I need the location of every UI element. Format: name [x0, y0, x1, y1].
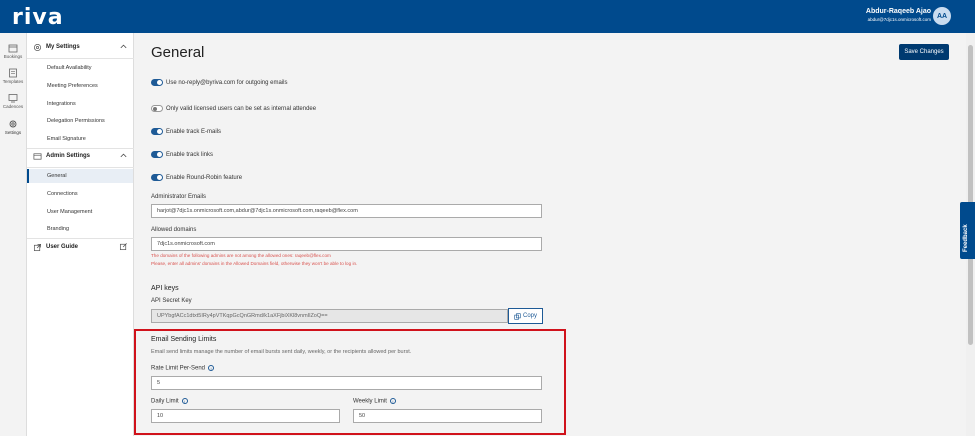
top-bar: riva Abdur-Raqeeb Ajao abdur@7djc1s.onmi…	[0, 0, 975, 33]
daily-limit-field[interactable]: 10	[151, 409, 340, 423]
avatar[interactable]: AA	[933, 7, 951, 25]
my-settings-label: My Settings	[46, 44, 80, 50]
toggle-label: Enable track links	[166, 151, 214, 158]
info-icon[interactable]: i	[389, 398, 396, 404]
rail-item-templates[interactable]: Templates	[0, 68, 26, 84]
email-limits-description: Email send limits manage the number of e…	[151, 349, 412, 355]
cadence-icon	[8, 94, 18, 103]
user-guide-label: User Guide	[46, 244, 79, 250]
sidebar-item-delegation-permissions[interactable]: Delegation Permissions	[27, 114, 133, 128]
divider	[27, 167, 134, 168]
toggle-label: Only valid licensed users can be set as …	[166, 105, 317, 112]
calendar-icon	[8, 44, 18, 53]
page-title: General	[151, 44, 205, 61]
api-secret-label: API Secret Key	[151, 298, 192, 304]
divider	[27, 58, 134, 59]
rate-limit-label: Rate Limit Per-Send i	[151, 365, 215, 372]
daily-limit-text: Daily Limit	[151, 398, 179, 405]
allowed-domains-label: Allowed domains	[151, 227, 197, 233]
copy-icon	[514, 312, 521, 320]
sidebar-item-user-management[interactable]: User Management	[27, 205, 133, 219]
chevron-up-icon[interactable]	[119, 151, 128, 160]
open-in-new-icon[interactable]	[119, 242, 128, 251]
admin-settings-icon	[33, 153, 42, 160]
feedback-label: Feedback	[963, 224, 969, 252]
rail-item-settings[interactable]: Settings	[0, 119, 26, 135]
no-reply-toggle[interactable]	[151, 79, 163, 86]
rail-label: Bookings	[3, 54, 23, 59]
template-icon	[9, 68, 17, 78]
round-robin-toggle[interactable]	[151, 174, 163, 181]
rail-item-bookings[interactable]: Bookings	[0, 43, 26, 59]
toggle-label: Enable Round-Robin feature	[166, 174, 243, 181]
toggle-row-round-robin: Enable Round-Robin feature	[151, 174, 242, 181]
toggle-label: Enable track E-mails	[166, 128, 222, 135]
weekly-limit-text: Weekly Limit	[353, 398, 387, 405]
info-icon[interactable]: i	[181, 398, 188, 404]
save-changes-button[interactable]: Save Changes	[899, 44, 949, 60]
gear-icon	[9, 120, 17, 128]
domain-error-line-2: Please, enter all admins' domains in the…	[151, 261, 358, 266]
rail-label: Cadences	[2, 104, 24, 109]
weekly-limit-field[interactable]: 50	[353, 409, 542, 423]
user-guide-link[interactable]: User Guide	[27, 240, 134, 258]
daily-limit-label: Daily Limit i	[151, 398, 188, 405]
sidebar-item-email-signature[interactable]: Email Signature	[27, 132, 133, 146]
copy-button[interactable]: Copy	[508, 308, 543, 324]
admin-settings-header[interactable]: Admin Settings	[27, 149, 134, 167]
sidebar-item-integrations[interactable]: Integrations	[27, 97, 133, 111]
sidebar-item-branding[interactable]: Branding	[27, 222, 133, 236]
domain-error-line-1: The domains of the following admins are …	[151, 253, 331, 258]
copy-label: Copy	[522, 313, 537, 319]
api-keys-title: API keys	[151, 285, 179, 292]
track-emails-toggle[interactable]	[151, 128, 163, 135]
toggle-row-no-reply: Use no-reply@byriva.com for outgoing ema…	[151, 79, 287, 86]
info-icon[interactable]: i	[208, 365, 215, 371]
weekly-limit-label: Weekly Limit i	[353, 398, 396, 405]
rate-limit-text: Rate Limit Per-Send	[151, 365, 206, 372]
my-settings-header[interactable]: My Settings	[27, 40, 134, 58]
external-link-icon	[33, 243, 42, 252]
rail-label: Settings	[4, 130, 22, 135]
allowed-domains-field[interactable]: 7djc1s.onmicrosoft.com	[151, 237, 542, 251]
rail-label: Templates	[2, 79, 24, 84]
toggle-label: Use no-reply@byriva.com for outgoing ema…	[166, 79, 288, 86]
toggle-row-licensed-users: Only valid licensed users can be set as …	[151, 105, 316, 112]
toggle-row-track-emails: Enable track E-mails	[151, 128, 221, 135]
rail-item-cadences[interactable]: Cadences	[0, 93, 26, 109]
user-email: abdur@7djc1s.onmicrosoft.com	[867, 17, 931, 22]
feedback-tab[interactable]: Feedback	[960, 202, 975, 259]
chevron-up-icon[interactable]	[119, 42, 128, 51]
left-rail: Bookings Templates Cadences Settings	[0, 33, 27, 436]
admin-settings-label: Admin Settings	[46, 153, 91, 159]
admin-emails-label: Administrator Emails	[151, 194, 207, 200]
track-links-toggle[interactable]	[151, 151, 163, 158]
licensed-users-toggle[interactable]	[151, 105, 163, 112]
user-name: Abdur-Raqeeb Ajao	[865, 8, 931, 15]
admin-emails-field[interactable]: harjot@7djc1s.onmicrosoft.com,abdur@7djc…	[151, 204, 542, 218]
settings-sidebar: My Settings Default Availability Meeting…	[27, 33, 134, 436]
divider	[27, 238, 134, 239]
email-limits-title: Email Sending Limits	[151, 336, 217, 343]
sidebar-item-default-availability[interactable]: Default Availability	[27, 61, 133, 75]
sidebar-item-general[interactable]: General	[27, 169, 133, 183]
sidebar-item-connections[interactable]: Connections	[27, 187, 133, 201]
sidebar-item-meeting-preferences[interactable]: Meeting Preferences	[27, 79, 133, 93]
toggle-row-track-links: Enable track links	[151, 151, 213, 158]
api-secret-field: UPYbgfACc1dtxt5IRy4pVTKqpGcQnGRmd/k1aXFj…	[151, 309, 508, 323]
riva-logo[interactable]: riva	[12, 5, 64, 30]
scrollbar-thumb[interactable]	[968, 45, 973, 345]
gear-icon	[33, 43, 42, 52]
rate-limit-field[interactable]: 5	[151, 376, 542, 390]
main-content: General Save Changes Use no-reply@byriva…	[134, 33, 966, 436]
